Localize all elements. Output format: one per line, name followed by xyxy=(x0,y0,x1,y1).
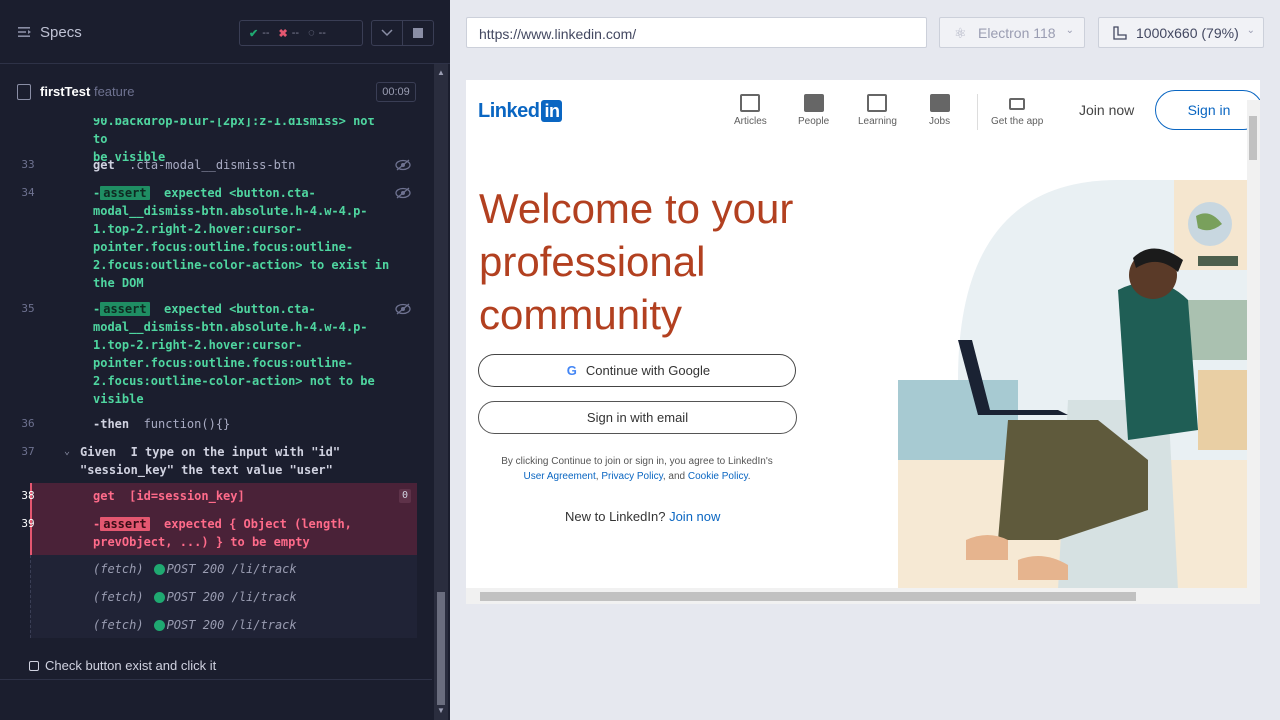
next-test-row[interactable]: Check button exist and click it xyxy=(0,650,432,680)
command-log-panel: Specs ✔ -- ✖ -- ◌ -- firstTest feature 00:0… xyxy=(0,0,450,720)
check-icon: ✔ xyxy=(249,27,259,40)
articles-icon xyxy=(740,94,761,112)
command-list: 90.backdrop-blur-[2px]:z-1.dismiss> not … xyxy=(0,118,432,638)
nav-people[interactable]: People xyxy=(798,94,829,127)
google-icon: G xyxy=(566,363,577,378)
x-icon: ✖ xyxy=(278,27,288,40)
hero-headline: Welcome to your professional community xyxy=(479,185,794,338)
terms-text: By clicking Continue to join or sign in,… xyxy=(501,456,773,482)
chevron-down-icon: ⌄ xyxy=(1065,25,1074,36)
continue-with-google-button[interactable]: G Continue with Google xyxy=(478,354,796,387)
command-row-36[interactable]: 36 -then function(){} xyxy=(21,415,417,433)
pending-stat: ◌ -- xyxy=(308,27,326,39)
viewport-info[interactable]: 1000x660 (79%) ⌄ xyxy=(1098,17,1264,48)
spec-file-name[interactable]: firstTest feature xyxy=(40,84,134,99)
aut-panel: https://www.linkedin.com/ ⚛ Electron 118… xyxy=(450,0,1280,720)
status-dot xyxy=(153,592,165,603)
learning-icon xyxy=(867,94,888,112)
join-now-bottom-link[interactable]: Join now xyxy=(669,509,720,524)
specs-header: Specs ✔ -- ✖ -- ◌ -- xyxy=(0,0,450,64)
ruler-icon xyxy=(1113,26,1127,40)
fetch-row[interactable]: (fetch) POST 200 /li/track xyxy=(93,616,297,634)
nav-divider xyxy=(977,94,978,130)
new-to-linkedin: New to LinkedIn? Join now xyxy=(565,509,721,524)
failed-stat: ✖ -- xyxy=(278,27,300,40)
hidden-eye-icon xyxy=(395,187,411,199)
browser-selector[interactable]: ⚛ Electron 118 ⌄ xyxy=(939,17,1085,48)
cookie-policy-link[interactable]: Cookie Policy xyxy=(688,471,748,482)
hidden-eye-icon xyxy=(395,159,411,171)
scroll-up-icon[interactable]: ▲ xyxy=(437,68,445,77)
sign-in-button[interactable]: Sign in xyxy=(1155,90,1260,130)
command-row-33[interactable]: 33 get .cta-modal__dismiss-btn xyxy=(21,156,417,174)
fetch-row[interactable]: (fetch) POST 200 /li/track xyxy=(93,588,297,606)
chevron-down-icon xyxy=(381,29,393,37)
nav-articles[interactable]: Articles xyxy=(734,94,767,127)
command-row-39[interactable]: 39 - assert expected { Object (length, pr… xyxy=(21,515,417,551)
command-row[interactable]: 90.backdrop-blur-[2px]:z-1.dismiss> not … xyxy=(30,118,417,164)
page-horizontal-scrollbar[interactable] xyxy=(466,588,1260,604)
specs-list-icon[interactable] xyxy=(18,26,32,38)
count-badge: 0 xyxy=(398,489,411,503)
stop-icon xyxy=(413,28,423,38)
briefcase-icon xyxy=(929,94,950,112)
sign-in-with-email-button[interactable]: Sign in with email xyxy=(478,401,797,434)
nav-learning[interactable]: Learning xyxy=(858,94,897,127)
nav-get-app[interactable]: Get the app xyxy=(991,94,1043,127)
test-stats: ✔ -- ✖ -- ◌ -- xyxy=(239,20,363,46)
specs-title[interactable]: Specs xyxy=(40,24,82,41)
privacy-policy-link[interactable]: Privacy Policy xyxy=(601,471,663,482)
chevron-down-icon: ⌄ xyxy=(1246,25,1255,36)
hero-illustration xyxy=(898,180,1248,590)
nav-jobs[interactable]: Jobs xyxy=(929,94,950,127)
test-status-icon xyxy=(29,661,39,671)
hidden-eye-icon xyxy=(395,303,411,315)
join-now-link[interactable]: Join now xyxy=(1079,102,1134,118)
people-icon xyxy=(803,94,824,112)
spec-file-header: firstTest feature 00:09 xyxy=(0,76,432,108)
status-dot xyxy=(153,564,165,575)
passed-stat: ✔ -- xyxy=(249,27,270,40)
command-row-35[interactable]: 35 - assert expected <button.cta- modal__… xyxy=(21,300,417,408)
command-row-34[interactable]: 34 - assert expected <button.cta- modal__… xyxy=(21,184,417,292)
scroll-down-icon[interactable]: ▼ xyxy=(437,706,445,715)
stop-button[interactable] xyxy=(402,20,434,46)
electron-icon: ⚛ xyxy=(954,25,967,41)
url-bar[interactable]: https://www.linkedin.com/ xyxy=(466,17,927,48)
log-scroll-thumb[interactable] xyxy=(437,592,445,705)
pending-icon: ◌ xyxy=(308,27,315,39)
command-row-38[interactable]: 38 get [id=session_key] 0 xyxy=(21,487,417,505)
linkedin-logo[interactable]: Linked in xyxy=(478,100,563,123)
user-agreement-link[interactable]: User Agreement xyxy=(524,471,596,482)
page-vertical-thumb[interactable] xyxy=(1249,116,1257,160)
command-row-37[interactable]: 37 ⌄ Given I type on the input with "id"… xyxy=(21,443,417,479)
page-vertical-scrollbar[interactable] xyxy=(1247,100,1260,588)
status-dot xyxy=(153,620,165,631)
chevron-down-icon[interactable]: ⌄ xyxy=(64,443,70,461)
collapse-button[interactable] xyxy=(371,20,403,46)
app-iframe: Linked in Articles People Learning Jobs G… xyxy=(466,80,1260,604)
document-icon xyxy=(17,84,31,100)
spec-timer: 00:09 xyxy=(376,82,416,102)
fetch-row[interactable]: (fetch) POST 200 /li/track xyxy=(93,560,297,578)
laptop-icon xyxy=(1009,98,1026,110)
page-horizontal-thumb[interactable] xyxy=(480,592,1136,601)
